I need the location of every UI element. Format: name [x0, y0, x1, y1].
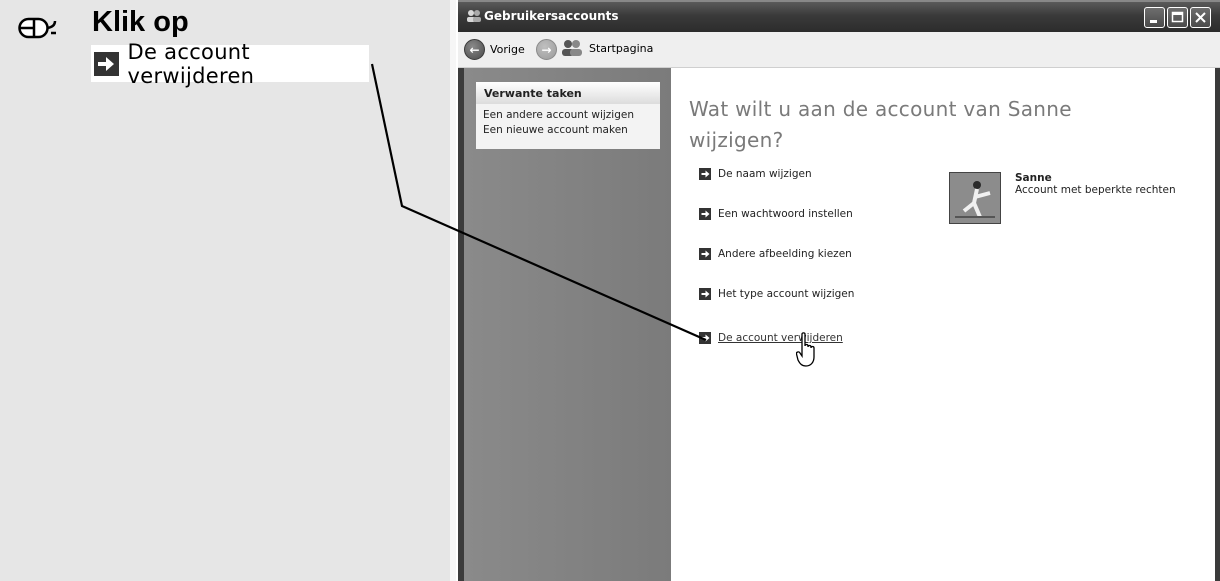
hand-cursor-icon — [796, 332, 815, 367]
callout-pointer-line — [370, 63, 707, 342]
